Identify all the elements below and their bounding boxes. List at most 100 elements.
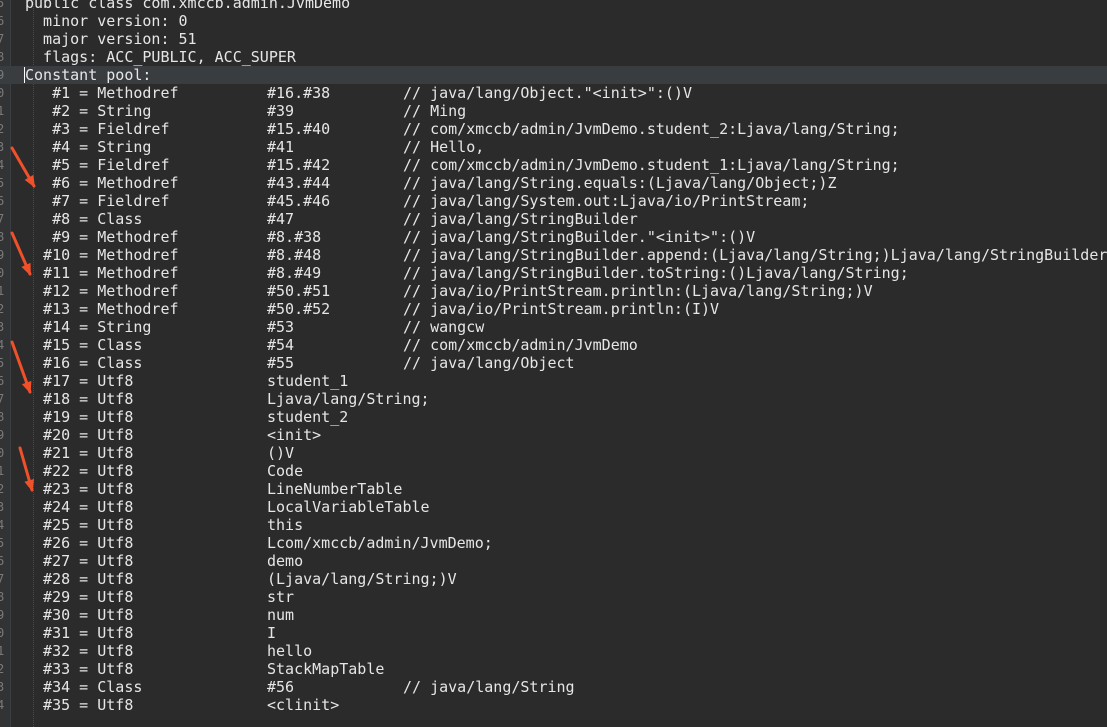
line-number: 8 bbox=[0, 230, 5, 244]
cp-ref: #8.#38 bbox=[267, 228, 322, 246]
constant-pool-entry[interactable]: 9 #30 = Utf8 num bbox=[0, 606, 1107, 624]
line-number: 7 bbox=[0, 572, 5, 586]
constant-pool-entry[interactable]: 7 #18 = Utf8 Ljava/lang/String; bbox=[0, 390, 1107, 408]
cp-ref: ()V bbox=[267, 444, 295, 462]
constant-pool-entry[interactable]: 4 #35 = Utf8 <clinit> bbox=[0, 696, 1107, 714]
header-line[interactable]: 8 flags: ACC_PUBLIC, ACC_SUPER bbox=[0, 48, 1107, 66]
cp-ref: I bbox=[267, 624, 277, 642]
constant-pool-entry[interactable]: 1 #32 = Utf8 hello bbox=[0, 642, 1107, 660]
constant-pool-entry[interactable]: 0 #21 = Utf8 ()V bbox=[0, 444, 1107, 462]
cp-entry: #5 = Fieldref bbox=[25, 156, 170, 174]
constant-pool-entry[interactable]: 5 #6 = Methodref #43.#44 // java/lang/Stri… bbox=[0, 174, 1107, 192]
cp-entry: #21 = Utf8 bbox=[25, 444, 134, 462]
line-number: 3 bbox=[0, 680, 5, 694]
line-number: 2 bbox=[0, 482, 5, 496]
line-number: 1 bbox=[0, 284, 5, 298]
constant-pool-entry[interactable]: 6 #17 = Utf8 student_1 bbox=[0, 372, 1107, 390]
constant-pool-entry[interactable]: 7 #28 = Utf8 (Ljava/lang/String;)V bbox=[0, 570, 1107, 588]
constant-pool-entry[interactable]: 8 #29 = Utf8 str bbox=[0, 588, 1107, 606]
constant-pool-entry[interactable]: 3 #34 = Class #56 // java/lang/String bbox=[0, 678, 1107, 696]
constant-pool-entry[interactable]: 2 #3 = Fieldref #15.#40 // com/xmccb/admin… bbox=[0, 120, 1107, 138]
cp-ref: #50.#52 bbox=[267, 300, 331, 318]
cp-entry: #29 = Utf8 bbox=[25, 588, 134, 606]
constant-pool-entry[interactable]: 1 #2 = String #39 // Ming bbox=[0, 102, 1107, 120]
cp-ref: <clinit> bbox=[267, 696, 340, 714]
cp-ref: Ljava/lang/String; bbox=[267, 390, 430, 408]
cp-entry: #25 = Utf8 bbox=[25, 516, 134, 534]
cp-comment: // java/lang/String.equals:(Ljava/lang/O… bbox=[403, 174, 837, 192]
cp-entry: #22 = Utf8 bbox=[25, 462, 134, 480]
cp-ref: student_1 bbox=[267, 372, 349, 390]
cp-entry: #16 = Class bbox=[25, 354, 143, 372]
line-number: 4 bbox=[0, 158, 5, 172]
line-number: 1 bbox=[0, 464, 5, 478]
cp-comment: // wangcw bbox=[403, 318, 485, 336]
constant-pool-entry[interactable]: 8 #9 = Methodref #8.#38 // java/lang/Strin… bbox=[0, 228, 1107, 246]
constant-pool-entry[interactable]: 0 #1 = Methodref #16.#38 // java/lang/Obje… bbox=[0, 84, 1107, 102]
cp-ref: LocalVariableTable bbox=[267, 498, 430, 516]
header-line[interactable]: 9 Constant pool: bbox=[0, 66, 1107, 84]
line-number: 8 bbox=[0, 590, 5, 604]
cp-entry: #1 = Methodref bbox=[25, 84, 179, 102]
constant-pool-entry[interactable]: 4 #15 = Class #54 // com/xmccb/admin/JvmDe… bbox=[0, 336, 1107, 354]
line-number: 7 bbox=[0, 392, 5, 406]
cp-comment: // java/lang/StringBuilder bbox=[403, 210, 638, 228]
line-number: 5 bbox=[0, 536, 5, 550]
line-number: 9 bbox=[0, 248, 5, 262]
cp-entry: #19 = Utf8 bbox=[25, 408, 134, 426]
constant-pool-entry[interactable]: 1 #22 = Utf8 Code bbox=[0, 462, 1107, 480]
cp-ref: Lcom/xmccb/admin/JvmDemo; bbox=[267, 534, 493, 552]
header-line[interactable]: 5 public class com.xmccb.admin.JvmDemo bbox=[0, 0, 1107, 12]
constant-pool-entry[interactable]: 1 #12 = Methodref #50.#51 // java/io/Print… bbox=[0, 282, 1107, 300]
constant-pool-entry[interactable]: 8 #19 = Utf8 student_2 bbox=[0, 408, 1107, 426]
constant-pool-entry[interactable]: 3 #14 = String #53 // wangcw bbox=[0, 318, 1107, 336]
line-number: 2 bbox=[0, 122, 5, 136]
cp-entry: #9 = Methodref bbox=[25, 228, 179, 246]
constant-pool-entry[interactable]: 6 #27 = Utf8 demo bbox=[0, 552, 1107, 570]
line-number: 9 bbox=[0, 608, 5, 622]
constant-pool-entry[interactable]: 9 #20 = Utf8 <init> bbox=[0, 426, 1107, 444]
line-number: 5 bbox=[0, 356, 5, 370]
header-line[interactable]: 6 minor version: 0 bbox=[0, 12, 1107, 30]
cp-ref: StackMapTable bbox=[267, 660, 385, 678]
line-number: 3 bbox=[0, 140, 5, 154]
constant-pool-entry[interactable]: 4 #25 = Utf8 this bbox=[0, 516, 1107, 534]
cp-comment: // java/lang/System.out:Ljava/io/PrintSt… bbox=[403, 192, 810, 210]
constant-pool-entry[interactable]: 0 #11 = Methodref #8.#49 // java/lang/Stri… bbox=[0, 264, 1107, 282]
cp-entry: #32 = Utf8 bbox=[25, 642, 134, 660]
cp-ref: hello bbox=[267, 642, 313, 660]
cp-ref: #50.#51 bbox=[267, 282, 331, 300]
constant-pool-entry[interactable]: 2 #23 = Utf8 LineNumberTable bbox=[0, 480, 1107, 498]
constant-pool-entry[interactable]: 5 #26 = Utf8 Lcom/xmccb/admin/JvmDemo; bbox=[0, 534, 1107, 552]
line-number: 3 bbox=[0, 320, 5, 334]
line-number: 2 bbox=[0, 302, 5, 316]
code-editor[interactable]: 5 public class com.xmccb.admin.JvmDemo 6 m… bbox=[0, 0, 1107, 727]
header-text: Constant pool: bbox=[25, 66, 152, 84]
cp-ref: #45.#46 bbox=[267, 192, 331, 210]
cp-ref: #43.#44 bbox=[267, 174, 331, 192]
cp-entry: #17 = Utf8 bbox=[25, 372, 134, 390]
header-line[interactable]: 7 major version: 51 bbox=[0, 30, 1107, 48]
line-number: 4 bbox=[0, 518, 5, 532]
constant-pool-entry[interactable]: 0 #31 = Utf8 I bbox=[0, 624, 1107, 642]
constant-pool-entry[interactable]: 5 #16 = Class #55 // java/lang/Object bbox=[0, 354, 1107, 372]
constant-pool-entry[interactable]: 4 #5 = Fieldref #15.#42 // com/xmccb/admin… bbox=[0, 156, 1107, 174]
line-number: 0 bbox=[0, 446, 5, 460]
constant-pool-entry[interactable]: 2 #33 = Utf8 StackMapTable bbox=[0, 660, 1107, 678]
cp-comment: // java/io/PrintStream.println:(I)V bbox=[403, 300, 720, 318]
line-number: 5 bbox=[0, 176, 5, 190]
cp-ref: num bbox=[267, 606, 295, 624]
constant-pool-entry[interactable]: 6 #7 = Fieldref #45.#46 // java/lang/Syste… bbox=[0, 192, 1107, 210]
header-text: minor version: 0 bbox=[25, 12, 188, 30]
line-number: 9 bbox=[0, 428, 5, 442]
line-number: 8 bbox=[0, 410, 5, 424]
constant-pool-entry[interactable]: 3 #24 = Utf8 LocalVariableTable bbox=[0, 498, 1107, 516]
constant-pool-entry[interactable]: 7 #8 = Class #47 // java/lang/StringBuilde… bbox=[0, 210, 1107, 228]
cp-ref: str bbox=[267, 588, 295, 606]
constant-pool-entry[interactable]: 9 #10 = Methodref #8.#48 // java/lang/Stri… bbox=[0, 246, 1107, 264]
cp-ref: #53 bbox=[267, 318, 295, 336]
cp-comment: // Hello, bbox=[403, 138, 485, 156]
constant-pool-entry[interactable]: 3 #4 = String #41 // Hello, bbox=[0, 138, 1107, 156]
cp-ref: demo bbox=[267, 552, 304, 570]
constant-pool-entry[interactable]: 2 #13 = Methodref #50.#52 // java/io/Print… bbox=[0, 300, 1107, 318]
